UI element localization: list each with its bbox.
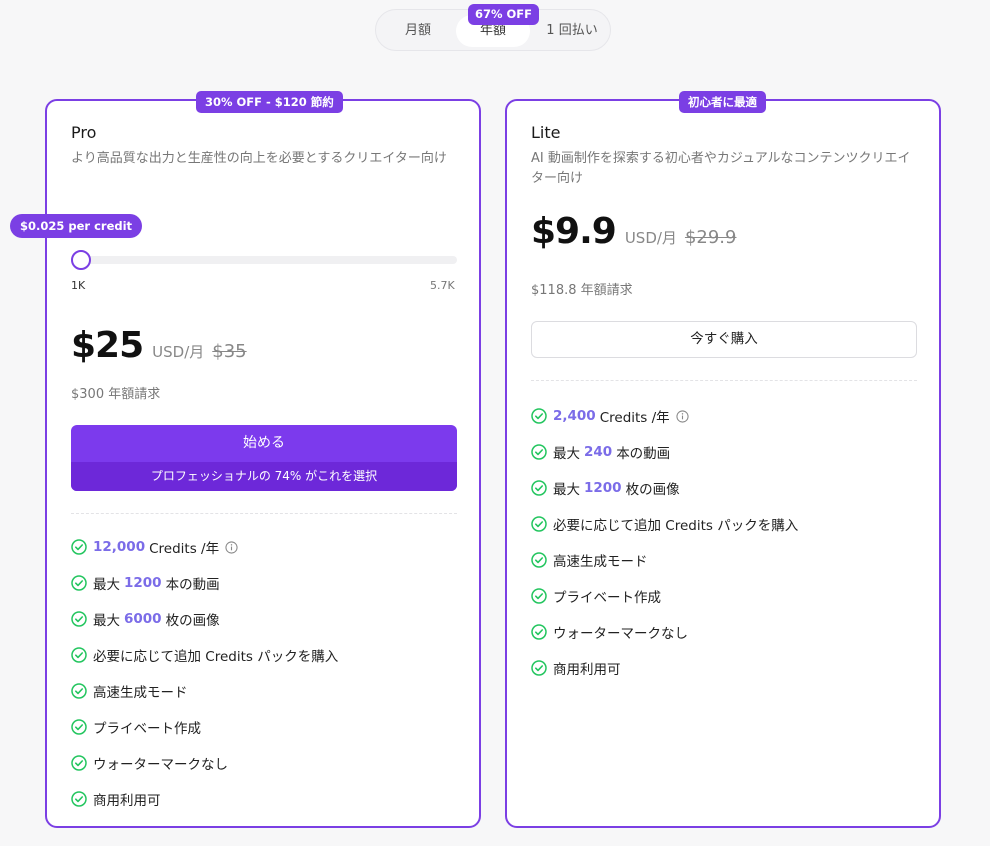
- slider-min-label: 1K: [71, 279, 86, 292]
- check-circle-icon: [531, 480, 547, 496]
- price: $25: [71, 325, 144, 366]
- original-price: $29.9: [684, 227, 737, 248]
- price-row: $25 USD/月 $35: [71, 325, 247, 366]
- feature-item: 商用利用可: [531, 650, 798, 686]
- feature-item: 最大 240 本の動画: [531, 434, 798, 470]
- videos-amount: 240: [584, 444, 613, 460]
- cta-subtext[interactable]: プロフェッショナルの 74% がこれを選択: [71, 462, 457, 491]
- feature-text: プライベート作成: [93, 721, 201, 737]
- feature-text: ウォーターマークなし: [553, 626, 688, 642]
- price: $9.9: [531, 211, 617, 252]
- feature-item: 高速生成モード: [71, 673, 338, 709]
- feature-item: 最大 1200 本の動画: [71, 565, 338, 601]
- videos-amount: 1200: [124, 575, 162, 591]
- billed-amount: $300 年額請求: [71, 387, 161, 402]
- feature-text: 商用利用可: [93, 793, 161, 809]
- price-unit: USD/月: [152, 343, 205, 361]
- price-row: $9.9 USD/月 $29.9: [531, 211, 736, 252]
- buy-now-button[interactable]: 今すぐ購入: [531, 321, 917, 358]
- feature-prefix: 最大: [93, 577, 120, 593]
- feature-list: 2,400 Credits /年 最大 240 本の動画 最大 1200 枚の画…: [531, 398, 798, 686]
- original-price: $35: [212, 341, 247, 362]
- cta-label[interactable]: 始める: [71, 425, 457, 462]
- feature-prefix: 最大: [93, 613, 120, 629]
- feature-suffix: 枚の画像: [625, 482, 680, 498]
- feature-item: 最大 1200 枚の画像: [531, 470, 798, 506]
- feature-item: プライベート作成: [531, 578, 798, 614]
- feature-item: 商用利用可: [71, 781, 338, 817]
- credits-slider-track[interactable]: [71, 256, 457, 264]
- lite-plan-card: 初心者に最適 Lite AI 動画制作を探索する初心者やカジュアルなコンテンツク…: [505, 91, 941, 828]
- credits-slider-handle[interactable]: [71, 250, 91, 270]
- feature-item: ウォーターマークなし: [71, 745, 338, 781]
- check-circle-icon: [531, 516, 547, 532]
- feature-text: 商用利用可: [553, 662, 621, 678]
- slider-max-label: 5.7K: [430, 279, 455, 292]
- check-circle-icon: [531, 444, 547, 460]
- check-circle-icon: [71, 647, 87, 663]
- check-circle-icon: [71, 791, 87, 807]
- feature-item: 高速生成モード: [531, 542, 798, 578]
- billed-amount: $118.8 年額請求: [531, 283, 633, 298]
- check-circle-icon: [531, 660, 547, 676]
- check-circle-icon: [531, 552, 547, 568]
- divider: [71, 513, 457, 514]
- feature-item: 必要に応じて追加 Credits パックを購入: [71, 637, 338, 673]
- check-circle-icon: [71, 611, 87, 627]
- feature-item: 最大 6000 枚の画像: [71, 601, 338, 637]
- feature-text: 必要に応じて追加 Credits パックを購入: [553, 518, 799, 534]
- feature-suffix: 本の動画: [616, 446, 671, 462]
- plan-name: Lite: [531, 123, 561, 142]
- feature-text: プライベート作成: [553, 590, 661, 606]
- credits-text: Credits /年: [149, 541, 220, 557]
- credits-amount: 2,400: [553, 408, 596, 424]
- feature-prefix: 最大: [553, 446, 580, 462]
- feature-suffix: 本の動画: [165, 577, 220, 593]
- feature-text: 高速生成モード: [93, 685, 188, 701]
- credit-price-tooltip: $0.025 per credit: [10, 214, 143, 238]
- images-amount: 6000: [124, 611, 162, 627]
- yearly-discount-badge: 67% OFF: [468, 4, 539, 25]
- pro-plan-card: 30% OFF - $120 節約 Pro より高品質な出力と生産性の向上を必要…: [10, 91, 481, 828]
- check-circle-icon: [531, 408, 547, 424]
- info-icon[interactable]: [676, 409, 689, 423]
- lite-beginner-badge: 初心者に最適: [679, 91, 766, 113]
- check-circle-icon: [71, 719, 87, 735]
- info-icon[interactable]: [225, 540, 238, 554]
- feature-text: 高速生成モード: [553, 554, 648, 570]
- feature-item: 2,400 Credits /年: [531, 398, 798, 434]
- images-amount: 1200: [584, 480, 622, 496]
- divider: [531, 380, 917, 381]
- get-started-button[interactable]: 始める プロフェッショナルの 74% がこれを選択: [71, 425, 457, 491]
- check-circle-icon: [71, 575, 87, 591]
- pro-savings-badge: 30% OFF - $120 節約: [196, 91, 343, 113]
- feature-text: ウォーターマークなし: [93, 757, 228, 773]
- toggle-monthly[interactable]: 月額: [386, 15, 450, 47]
- feature-item: プライベート作成: [71, 709, 338, 745]
- check-circle-icon: [531, 588, 547, 604]
- price-unit: USD/月: [624, 229, 677, 247]
- check-circle-icon: [71, 539, 87, 555]
- credits-amount: 12,000: [93, 539, 146, 555]
- feature-list: 12,000 Credits /年 最大 1200 本の動画 最大 6000 枚…: [71, 529, 338, 817]
- plan-description: AI 動画制作を探索する初心者やカジュアルなコンテンツクリエイター向け: [531, 151, 911, 186]
- feature-item: 必要に応じて追加 Credits パックを購入: [531, 506, 798, 542]
- check-circle-icon: [531, 624, 547, 640]
- toggle-one-time[interactable]: 1 回払い: [536, 15, 608, 47]
- feature-item: 12,000 Credits /年: [71, 529, 338, 565]
- check-circle-icon: [71, 683, 87, 699]
- feature-suffix: 枚の画像: [165, 613, 220, 629]
- check-circle-icon: [71, 755, 87, 771]
- plan-name: Pro: [71, 123, 97, 142]
- credits-text: Credits /年: [599, 410, 670, 426]
- plan-description: より高品質な出力と生産性の向上を必要とするクリエイター向け: [71, 151, 447, 166]
- feature-prefix: 最大: [553, 482, 580, 498]
- feature-text: 必要に応じて追加 Credits パックを購入: [93, 649, 339, 665]
- feature-item: ウォーターマークなし: [531, 614, 798, 650]
